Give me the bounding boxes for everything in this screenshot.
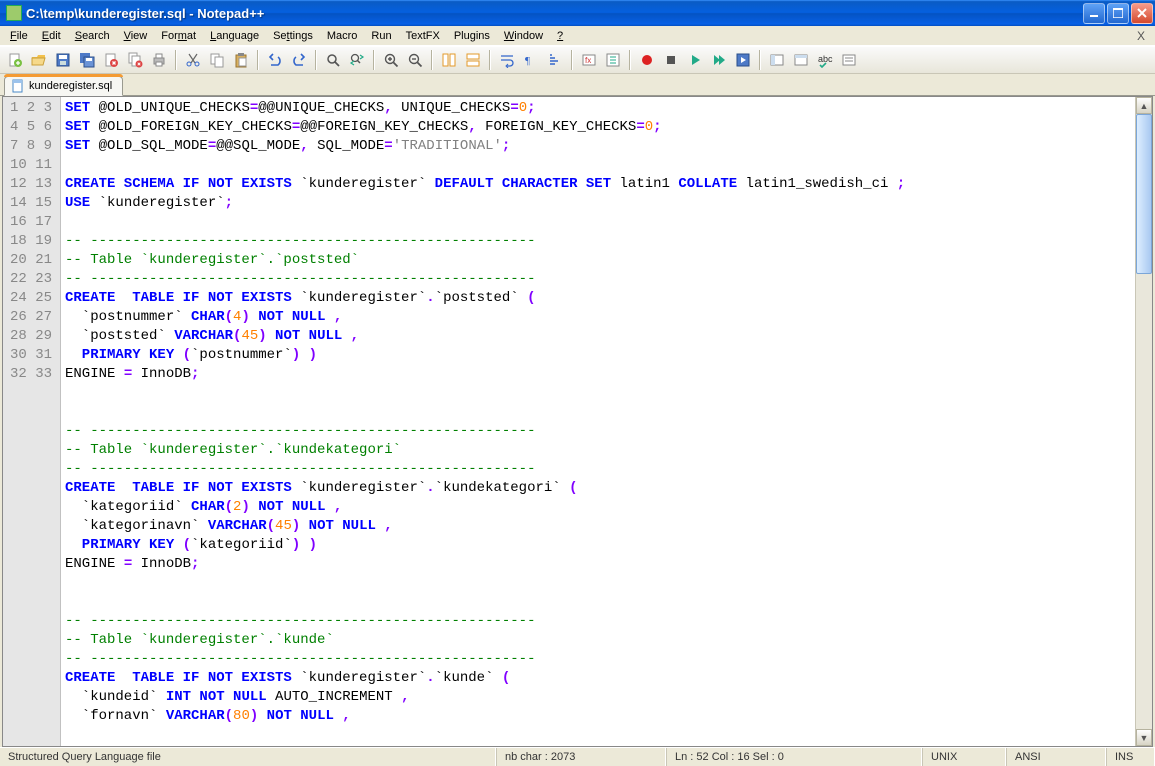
wrap-icon[interactable] — [496, 49, 518, 71]
scroll-thumb[interactable] — [1136, 114, 1152, 274]
stop-macro-icon[interactable] — [660, 49, 682, 71]
toolbar: ¶ fx abc — [0, 46, 1155, 74]
copy-icon[interactable] — [206, 49, 228, 71]
replace-icon[interactable] — [346, 49, 368, 71]
svg-text:¶: ¶ — [525, 55, 530, 67]
code-content[interactable]: SET @OLD_UNIQUE_CHECKS=@@UNIQUE_CHECKS, … — [61, 97, 1135, 746]
open-file-icon[interactable] — [28, 49, 50, 71]
record-macro-icon[interactable] — [636, 49, 658, 71]
svg-text:fx: fx — [585, 56, 591, 65]
menu-bar: File Edit Search View Format Language Se… — [0, 26, 1155, 46]
menu-window[interactable]: Window — [498, 28, 549, 44]
status-bar: Structured Query Language file nb char :… — [0, 747, 1155, 766]
status-mode: INS — [1106, 748, 1155, 766]
close-window-button[interactable] — [1131, 3, 1153, 24]
menu-run[interactable]: Run — [365, 28, 397, 44]
line-number-gutter: 1 2 3 4 5 6 7 8 9 10 11 12 13 14 15 16 1… — [3, 97, 61, 746]
redo-icon[interactable] — [288, 49, 310, 71]
menu-search[interactable]: Search — [69, 28, 116, 44]
menu-macro[interactable]: Macro — [321, 28, 364, 44]
toolbar-separator — [489, 50, 491, 70]
indent-guide-icon[interactable] — [544, 49, 566, 71]
close-icon[interactable] — [100, 49, 122, 71]
menu-format[interactable]: Format — [155, 28, 202, 44]
toolbar-separator — [571, 50, 573, 70]
menu-textfx[interactable]: TextFX — [400, 28, 446, 44]
sync-v-icon[interactable] — [438, 49, 460, 71]
status-position: Ln : 52 Col : 16 Sel : 0 — [666, 748, 922, 766]
scroll-down-arrow[interactable]: ▼ — [1136, 729, 1152, 746]
toggle-3-icon[interactable] — [838, 49, 860, 71]
status-encoding: ANSI — [1006, 748, 1106, 766]
find-icon[interactable] — [322, 49, 344, 71]
spell-icon[interactable]: abc — [814, 49, 836, 71]
close-document-button[interactable]: X — [1131, 29, 1151, 43]
zoom-in-icon[interactable] — [380, 49, 402, 71]
undo-icon[interactable] — [264, 49, 286, 71]
window-title: C:\temp\kunderegister.sql - Notepad++ — [26, 6, 1083, 21]
scroll-track[interactable] — [1136, 114, 1152, 729]
status-eol: UNIX — [922, 748, 1006, 766]
menu-view[interactable]: View — [118, 28, 154, 44]
new-file-icon[interactable] — [4, 49, 26, 71]
toggle-2-icon[interactable] — [790, 49, 812, 71]
minimize-button[interactable] — [1083, 3, 1105, 24]
toolbar-separator — [759, 50, 761, 70]
folding-icon[interactable] — [602, 49, 624, 71]
editor-area: 1 2 3 4 5 6 7 8 9 10 11 12 13 14 15 16 1… — [2, 96, 1153, 747]
status-chars: nb char : 2073 — [496, 748, 666, 766]
paste-icon[interactable] — [230, 49, 252, 71]
window-controls — [1083, 3, 1153, 24]
save-macro-icon[interactable] — [732, 49, 754, 71]
tab-strip: kunderegister.sql — [0, 74, 1155, 96]
menu-plugins[interactable]: Plugins — [448, 28, 496, 44]
menu-language[interactable]: Language — [204, 28, 265, 44]
menu-file[interactable]: File — [4, 28, 34, 44]
all-chars-icon[interactable]: ¶ — [520, 49, 542, 71]
close-all-icon[interactable] — [124, 49, 146, 71]
toolbar-separator — [431, 50, 433, 70]
lang-icon[interactable]: fx — [578, 49, 600, 71]
toolbar-separator — [629, 50, 631, 70]
print-icon[interactable] — [148, 49, 170, 71]
scroll-up-arrow[interactable]: ▲ — [1136, 97, 1152, 114]
status-language: Structured Query Language file — [0, 748, 496, 766]
title-bar: C:\temp\kunderegister.sql - Notepad++ — [0, 0, 1155, 26]
menu-edit[interactable]: Edit — [36, 28, 67, 44]
toolbar-separator — [175, 50, 177, 70]
file-tab-active[interactable]: kunderegister.sql — [4, 76, 123, 96]
file-icon — [11, 79, 25, 93]
menu-settings[interactable]: Settings — [267, 28, 319, 44]
maximize-button[interactable] — [1107, 3, 1129, 24]
save-icon[interactable] — [52, 49, 74, 71]
cut-icon[interactable] — [182, 49, 204, 71]
play-multi-icon[interactable] — [708, 49, 730, 71]
app-icon — [6, 5, 22, 21]
toggle-1-icon[interactable] — [766, 49, 788, 71]
menu-help[interactable]: ? — [551, 28, 569, 44]
toolbar-separator — [373, 50, 375, 70]
zoom-out-icon[interactable] — [404, 49, 426, 71]
vertical-scrollbar[interactable]: ▲ ▼ — [1135, 97, 1152, 746]
file-tab-label: kunderegister.sql — [29, 80, 112, 92]
play-macro-icon[interactable] — [684, 49, 706, 71]
save-all-icon[interactable] — [76, 49, 98, 71]
sync-h-icon[interactable] — [462, 49, 484, 71]
toolbar-separator — [257, 50, 259, 70]
toolbar-separator — [315, 50, 317, 70]
